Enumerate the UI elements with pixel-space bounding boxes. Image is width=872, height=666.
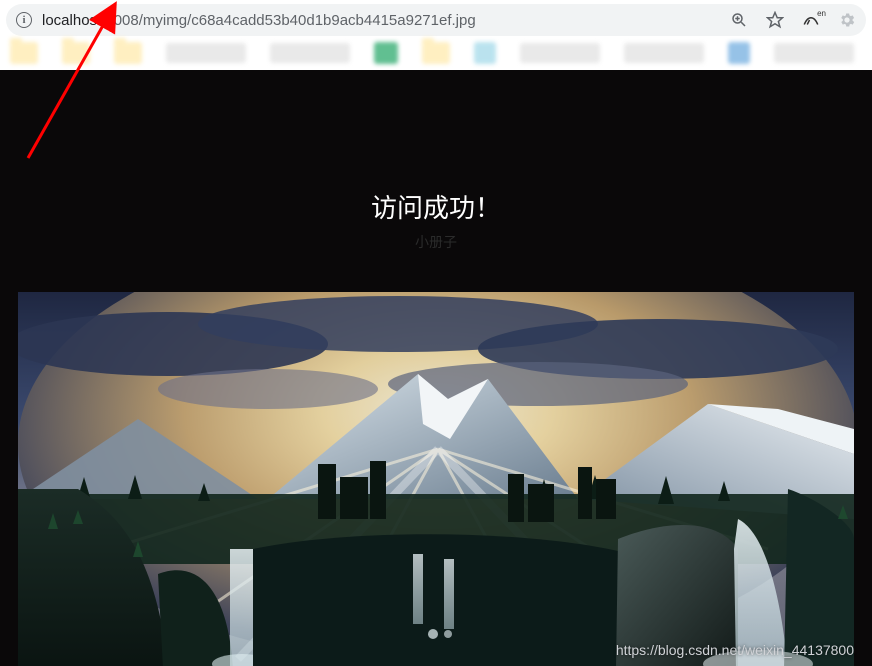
sub-heading: 小册子 xyxy=(0,232,872,252)
url-host: localhost xyxy=(42,12,101,29)
watermark-text: https://blog.csdn.net/weixin_44137800 xyxy=(616,642,854,658)
bookmark-folder[interactable] xyxy=(10,42,38,64)
bookmarks-bar xyxy=(0,36,872,70)
bookmark-item[interactable] xyxy=(624,43,704,63)
omnibar-actions: en xyxy=(730,11,856,29)
gear-icon[interactable] xyxy=(838,11,856,29)
ext-label: en xyxy=(817,9,826,18)
landscape-image xyxy=(18,292,854,666)
bookmark-item[interactable] xyxy=(270,43,350,63)
bookmark-folder[interactable] xyxy=(422,42,450,64)
bookmark-item[interactable] xyxy=(728,42,750,64)
bookmark-folder[interactable] xyxy=(62,42,90,64)
zoom-icon[interactable] xyxy=(730,11,748,29)
success-heading: 访问成功！ xyxy=(0,188,872,225)
bookmark-folder[interactable] xyxy=(114,42,142,64)
translate-ext-icon[interactable]: en xyxy=(802,11,820,29)
url-display[interactable]: localhost:8008/myimg/c68a4cadd53b40d1b9a… xyxy=(42,12,720,29)
bookmark-item[interactable] xyxy=(520,43,600,63)
star-icon[interactable] xyxy=(766,11,784,29)
bookmark-item[interactable] xyxy=(374,42,398,64)
info-icon[interactable]: i xyxy=(16,12,32,28)
page-content: 访问成功！ 小册子 xyxy=(0,70,872,666)
bookmark-item[interactable] xyxy=(166,43,246,63)
bookmark-item[interactable] xyxy=(774,43,854,63)
address-bar[interactable]: i localhost:8008/myimg/c68a4cadd53b40d1b… xyxy=(6,4,866,36)
bookmark-item[interactable] xyxy=(474,42,496,64)
url-path: :8008/myimg/c68a4cadd53b40d1b9acb4415a92… xyxy=(101,12,475,29)
